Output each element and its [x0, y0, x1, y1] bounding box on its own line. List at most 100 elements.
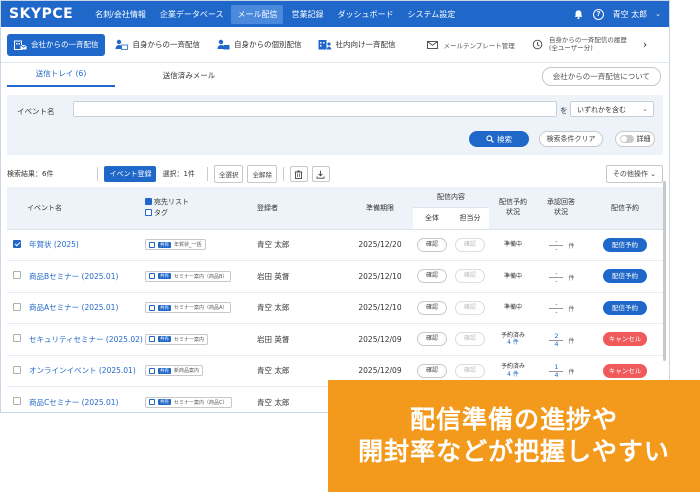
row-checkbox[interactable]: [13, 239, 21, 248]
detail-toggle[interactable]: 詳細: [615, 131, 655, 147]
status-count[interactable]: 4 件: [507, 339, 519, 346]
delete-button[interactable]: [289, 166, 308, 182]
subnav-label: 自身からの一斉配信: [132, 40, 201, 49]
event-name-link[interactable]: セキュリティセミナー (2025.02): [27, 323, 145, 356]
subnav-self-individual[interactable]: 自身からの個別配信: [210, 34, 308, 56]
row-checkbox[interactable]: [13, 302, 21, 311]
approval-answered[interactable]: -: [555, 237, 557, 245]
confirm-charge-button[interactable]: 確認: [455, 237, 485, 252]
confirm-charge-button[interactable]: 確認: [455, 269, 485, 284]
subnav-internal-broadcast[interactable]: 社内向け一斉配信: [312, 34, 402, 56]
skypce-logo[interactable]: SKYPCE: [9, 6, 73, 22]
approval-answered[interactable]: 1: [554, 363, 558, 371]
confirm-all-button[interactable]: 確認: [417, 237, 447, 252]
schedule-action-cell: 配信予約: [585, 292, 665, 324]
bell-icon[interactable]: [573, 8, 585, 20]
approval-total[interactable]: 4: [554, 340, 558, 348]
header-deadline[interactable]: 準備期限: [347, 187, 413, 230]
row-checkbox-cell: [7, 292, 27, 324]
row-checkbox[interactable]: [13, 271, 21, 280]
about-company-broadcast-button[interactable]: 会社からの一斉配信について: [541, 67, 661, 86]
confirm-all-button[interactable]: 確認: [417, 300, 447, 315]
tag-chip[interactable]: 共有 年賀状_一括: [145, 239, 206, 251]
event-name-link[interactable]: 商品Aセミナー (2025.01): [27, 292, 145, 324]
tag-chip[interactable]: 共有 新商品案内: [145, 365, 204, 377]
confirm-charge-button[interactable]: 確認: [455, 332, 485, 347]
subnav-history[interactable]: 自身からの一斉配信の履歴 (全ユーザー分): [525, 32, 633, 58]
subnav-company-broadcast[interactable]: 会社からの一斉配信: [7, 33, 105, 56]
confirm-charge-button[interactable]: 確認: [455, 300, 485, 315]
toggle-switch[interactable]: [619, 135, 634, 143]
search-button[interactable]: 検索: [469, 131, 529, 147]
approval-total[interactable]: -: [555, 277, 557, 285]
header-schedule-status-2: 状況: [506, 207, 520, 216]
tag-icon: [149, 304, 155, 311]
event-name-link[interactable]: 年賀状 (2025): [27, 229, 145, 261]
nav-item-settings[interactable]: システム設定: [401, 5, 461, 24]
chevron-right-icon[interactable]: ›: [643, 38, 647, 51]
row-checkbox[interactable]: [13, 397, 21, 406]
tab-outbox[interactable]: 送信トレイ (6): [7, 64, 115, 87]
subnav-self-broadcast[interactable]: 自身からの一斉配信: [109, 34, 207, 56]
tag-chip[interactable]: 共有 セミナー案内: [145, 333, 209, 345]
help-icon[interactable]: ?: [593, 8, 605, 20]
table-row[interactable]: 年賀状 (2025) 共有 年賀状_一括 青空 太郎 2025/12/20 確認 確認 準備中…: [7, 229, 665, 261]
clear-conditions-button[interactable]: 検索条件クリア: [539, 131, 603, 147]
event-name-input[interactable]: [73, 101, 557, 117]
select-all-button[interactable]: 全選択: [213, 165, 244, 183]
chevron-down-icon[interactable]: ⌄: [655, 10, 661, 18]
other-actions-button[interactable]: その他操作 ⌄: [605, 165, 663, 183]
download-button[interactable]: [311, 166, 330, 182]
approval-unit: 件: [568, 369, 575, 377]
approval-total[interactable]: 4: [554, 372, 558, 379]
approval-total[interactable]: -: [555, 246, 557, 253]
schedule-button[interactable]: 配信予約: [603, 269, 647, 284]
approval-answered[interactable]: -: [555, 269, 557, 277]
nav-item-database[interactable]: 企業データベース: [154, 5, 230, 24]
approval-total[interactable]: -: [555, 309, 557, 316]
deselect-all-button[interactable]: 全解除: [247, 165, 277, 183]
tab-sent[interactable]: 送信済みメール: [135, 66, 243, 87]
tag-cell: 共有 セミナー案内: [145, 323, 257, 356]
confirm-all-button[interactable]: 確認: [417, 269, 447, 284]
cancel-button[interactable]: キャンセル: [603, 363, 647, 378]
match-condition-select[interactable]: いずれかを含む ⌄: [570, 101, 654, 117]
approval-answered[interactable]: -: [555, 300, 557, 308]
schedule-button[interactable]: 配信予約: [603, 300, 647, 315]
schedule-button[interactable]: 配信予約: [603, 237, 647, 252]
event-name-link[interactable]: 商品Cセミナー (2025.01): [27, 386, 145, 412]
confirm-charge-button[interactable]: 確認: [455, 363, 485, 378]
row-checkbox-cell: [7, 355, 27, 387]
table-row[interactable]: 商品Aセミナー (2025.01) 共有 セミナー案内（商品A） 青空 太郎 2025/…: [7, 292, 665, 324]
approval-answered[interactable]: 2: [554, 332, 558, 340]
header-registrant[interactable]: 登録者: [257, 187, 347, 230]
nav-item-mail[interactable]: メール配信: [231, 4, 284, 24]
header-schedule: 配信予約: [585, 187, 665, 230]
nav-item-cards[interactable]: 名刺/会社情報: [89, 5, 152, 24]
status-text: 予約済み: [500, 331, 525, 339]
tag-chip[interactable]: 共有 セミナー案内（商品A）: [145, 302, 232, 314]
tag-chip[interactable]: 共有 セミナー案内（商品B）: [145, 270, 232, 282]
confirm-all-button[interactable]: 確認: [417, 363, 447, 378]
tag-chip[interactable]: 共有 セミナー案内（商品C）: [145, 396, 232, 408]
user-name[interactable]: 青空 太郎: [613, 9, 648, 20]
registrant-cell: 青空 太郎: [257, 292, 347, 324]
row-checkbox[interactable]: [13, 334, 21, 343]
nav-right: ? 青空 太郎 ⌄: [573, 8, 661, 20]
confirm-all-button[interactable]: 確認: [417, 332, 447, 347]
approval-cell: --件: [537, 292, 585, 324]
table-row[interactable]: 商品Bセミナー (2025.01) 共有 セミナー案内（商品B） 岩田 英督 2025/…: [7, 260, 665, 293]
subnav-template-management[interactable]: メールテンプレート管理: [420, 34, 521, 56]
nav-item-sales[interactable]: 営業記録: [285, 5, 329, 24]
table-row[interactable]: セキュリティセミナー (2025.02) 共有 セミナー案内 岩田 英督 2025/12…: [7, 323, 665, 356]
header-event-name[interactable]: イベント名: [27, 187, 145, 230]
row-checkbox[interactable]: [13, 365, 21, 374]
header-dest-list: 宛先リスト: [154, 198, 189, 207]
event-name-link[interactable]: オンラインイベント (2025.01): [27, 355, 145, 387]
vertical-scrollbar[interactable]: [663, 181, 666, 361]
event-name-link[interactable]: 商品Bセミナー (2025.01): [27, 260, 145, 293]
status-count[interactable]: 4 件: [507, 371, 519, 378]
nav-item-dashboard[interactable]: ダッシュボード: [331, 5, 399, 24]
cancel-button[interactable]: キャンセル: [603, 332, 647, 347]
register-event-button[interactable]: イベント登録: [104, 166, 157, 182]
